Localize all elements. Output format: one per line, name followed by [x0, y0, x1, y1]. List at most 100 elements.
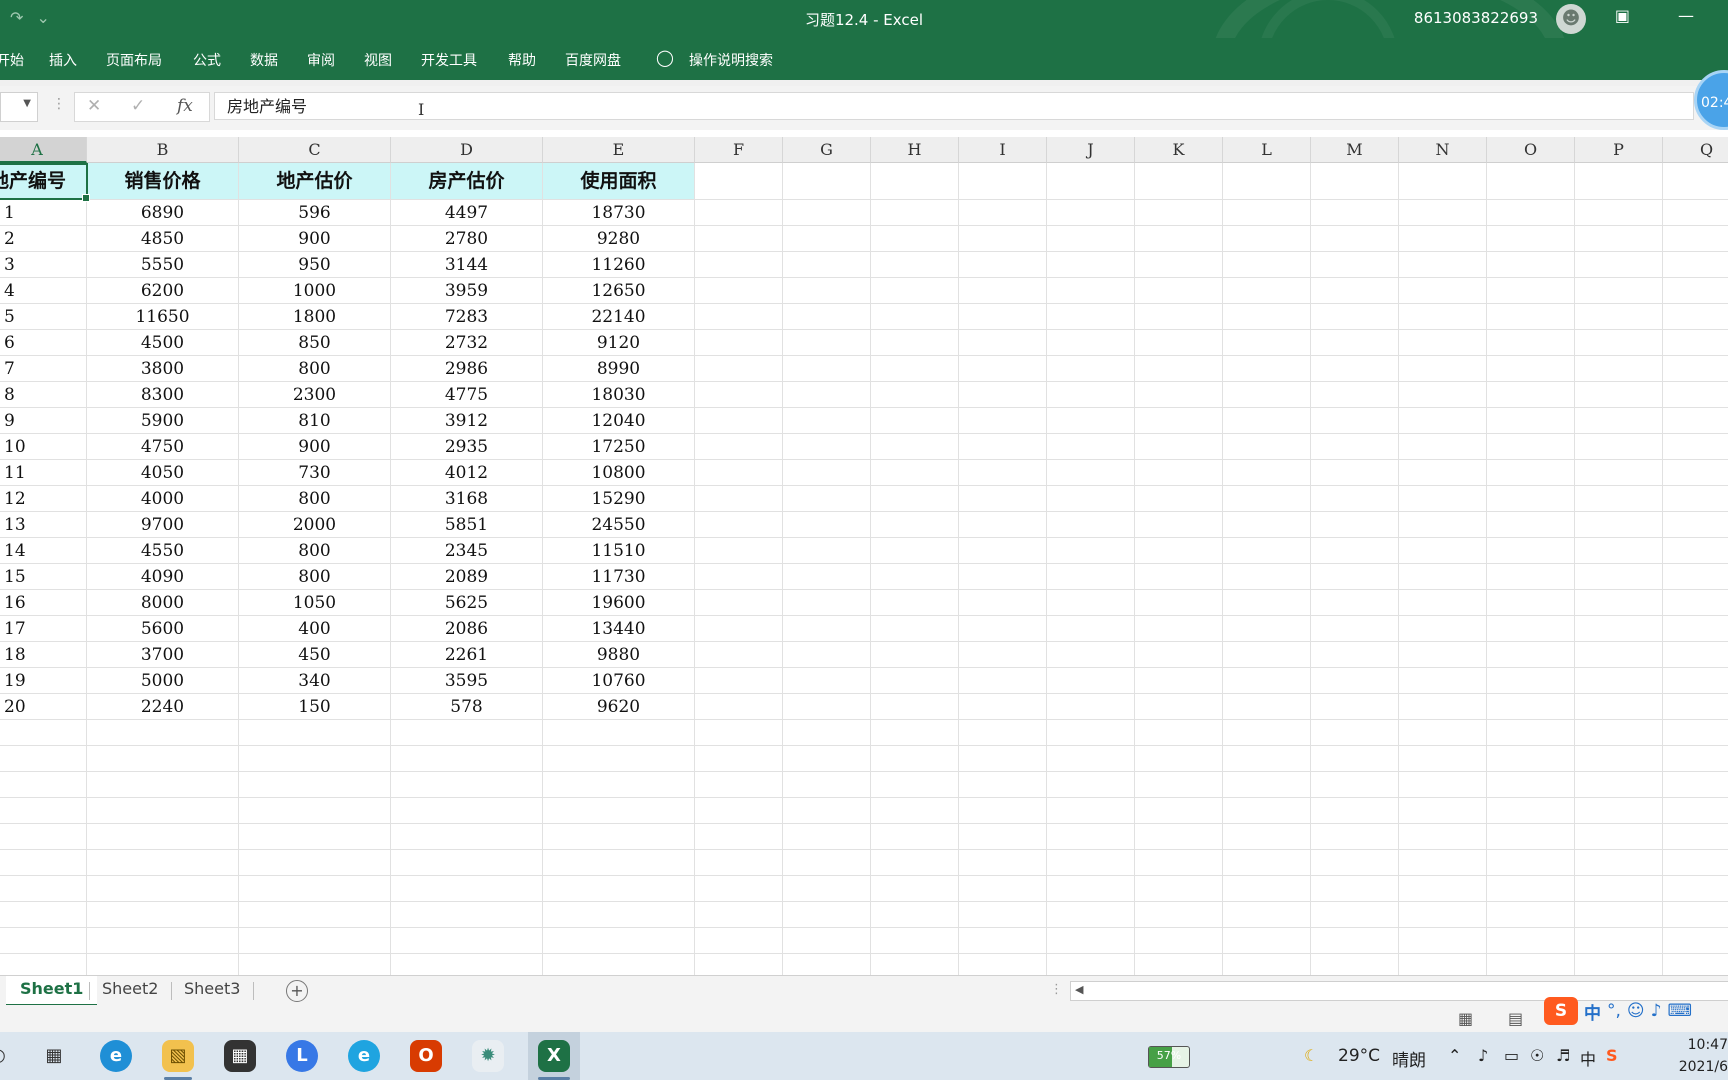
cell[interactable]: 400 — [239, 616, 391, 642]
sheet-tab-sheet1[interactable]: Sheet1 — [6, 976, 98, 1007]
cell[interactable] — [1575, 928, 1663, 954]
cell[interactable]: 596 — [239, 200, 391, 226]
cell[interactable] — [959, 252, 1047, 278]
cell[interactable] — [0, 772, 87, 798]
cell[interactable] — [1487, 382, 1575, 408]
column-header-f[interactable]: F — [695, 137, 783, 163]
cell[interactable] — [87, 876, 239, 902]
scroll-left-icon[interactable]: ◀ — [1075, 983, 1083, 996]
cell[interactable] — [543, 772, 695, 798]
cell[interactable] — [1487, 720, 1575, 746]
cell[interactable]: 地产编号 — [0, 163, 87, 200]
cell[interactable] — [0, 798, 87, 824]
cell[interactable] — [1311, 746, 1399, 772]
column-header-j[interactable]: J — [1047, 137, 1135, 163]
cell[interactable] — [0, 876, 87, 902]
cell[interactable]: 使用面积 — [543, 163, 695, 200]
cell[interactable]: 2300 — [239, 382, 391, 408]
cell[interactable] — [783, 746, 871, 772]
cell[interactable] — [1663, 746, 1728, 772]
cell[interactable] — [783, 226, 871, 252]
cell[interactable] — [0, 928, 87, 954]
cell[interactable] — [1047, 460, 1135, 486]
cell[interactable] — [871, 642, 959, 668]
cell[interactable] — [871, 163, 959, 200]
cell[interactable] — [1487, 694, 1575, 720]
cell[interactable] — [1399, 694, 1487, 720]
cell[interactable] — [1663, 226, 1728, 252]
cell[interactable] — [1399, 163, 1487, 200]
cell[interactable] — [695, 512, 783, 538]
cell[interactable] — [1663, 720, 1728, 746]
normal-view-icon[interactable]: ▦ — [1458, 1009, 1473, 1028]
cell[interactable] — [1135, 434, 1223, 460]
cell[interactable]: 3959 — [391, 278, 543, 304]
cell[interactable] — [1311, 876, 1399, 902]
cell[interactable] — [1399, 876, 1487, 902]
cell[interactable] — [959, 434, 1047, 460]
cell[interactable] — [783, 590, 871, 616]
cell[interactable] — [1223, 356, 1311, 382]
cell[interactable] — [1487, 824, 1575, 850]
cell[interactable]: 5900 — [87, 408, 239, 434]
cell[interactable] — [1135, 876, 1223, 902]
cell[interactable] — [1663, 200, 1728, 226]
cell[interactable] — [1223, 824, 1311, 850]
cell[interactable] — [871, 590, 959, 616]
cell[interactable]: 8990 — [543, 356, 695, 382]
cell[interactable] — [1311, 590, 1399, 616]
account-name[interactable]: 8613083822693 — [1414, 9, 1538, 27]
task-view-icon[interactable]: ▦ — [38, 1040, 70, 1072]
cell[interactable]: 22140 — [543, 304, 695, 330]
weather-moon-icon[interactable]: ☾ — [1304, 1046, 1318, 1065]
column-header-d[interactable]: D — [391, 137, 543, 163]
cell[interactable] — [871, 200, 959, 226]
minimize-icon[interactable]: — — [1678, 6, 1694, 25]
cell[interactable] — [1663, 642, 1728, 668]
cell[interactable] — [87, 772, 239, 798]
cell[interactable] — [1399, 902, 1487, 928]
chevron-up-icon[interactable]: ⌃ — [1448, 1046, 1461, 1065]
cell[interactable] — [543, 850, 695, 876]
cancel-icon[interactable]: ✕ — [87, 96, 101, 116]
cell[interactable]: 7 — [0, 356, 87, 382]
cell[interactable] — [695, 304, 783, 330]
cell[interactable] — [1399, 538, 1487, 564]
cell[interactable] — [871, 668, 959, 694]
cell[interactable] — [783, 616, 871, 642]
cell[interactable]: 3 — [0, 252, 87, 278]
cell[interactable] — [695, 616, 783, 642]
formula-input[interactable]: 房地产编号 — [214, 92, 1694, 120]
sheet-tab-sheet3[interactable]: Sheet3 — [170, 976, 254, 1004]
cell[interactable]: 4 — [0, 278, 87, 304]
cell[interactable] — [695, 252, 783, 278]
weather-temperature[interactable]: 29°C — [1338, 1046, 1380, 1066]
cell[interactable] — [1223, 460, 1311, 486]
cell[interactable]: 450 — [239, 642, 391, 668]
cell[interactable] — [1223, 564, 1311, 590]
cell[interactable] — [1399, 590, 1487, 616]
cell[interactable] — [959, 460, 1047, 486]
cell[interactable] — [1223, 252, 1311, 278]
cell[interactable] — [543, 902, 695, 928]
cell[interactable] — [1663, 694, 1728, 720]
cell[interactable] — [87, 720, 239, 746]
cell[interactable] — [959, 824, 1047, 850]
cell[interactable] — [1223, 163, 1311, 200]
cell[interactable] — [1575, 278, 1663, 304]
cell[interactable]: 18030 — [543, 382, 695, 408]
cell[interactable]: 3595 — [391, 668, 543, 694]
cell[interactable]: 4090 — [87, 564, 239, 590]
cell[interactable]: 800 — [239, 356, 391, 382]
cell[interactable]: 10 — [0, 434, 87, 460]
cell[interactable] — [239, 928, 391, 954]
cell[interactable]: 15290 — [543, 486, 695, 512]
cell[interactable] — [239, 824, 391, 850]
cell[interactable] — [695, 720, 783, 746]
cell[interactable] — [1575, 200, 1663, 226]
column-header-n[interactable]: N — [1399, 137, 1487, 163]
name-box[interactable]: ▼ — [0, 92, 38, 122]
cell[interactable]: 6890 — [87, 200, 239, 226]
cell[interactable] — [1399, 824, 1487, 850]
cell[interactable] — [695, 954, 783, 975]
